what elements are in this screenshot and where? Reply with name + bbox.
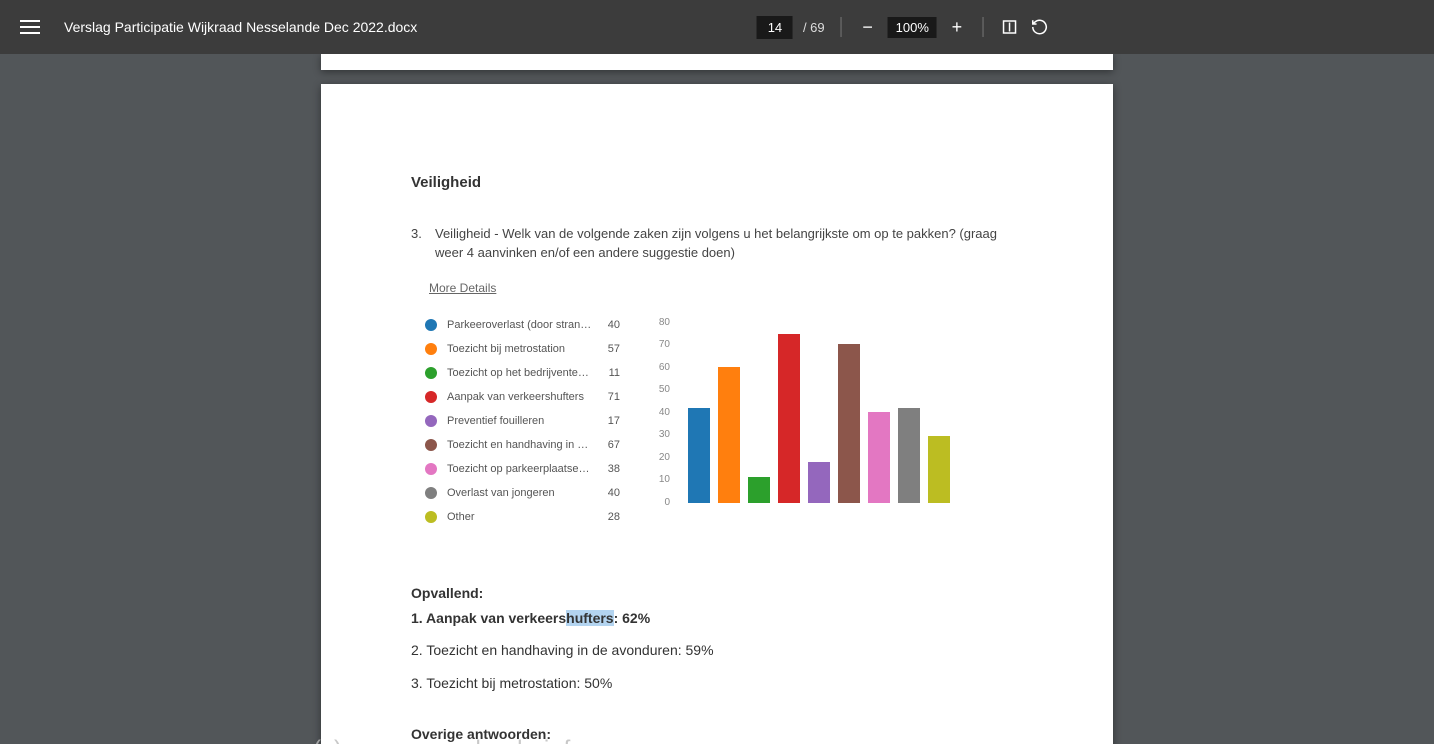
legend-label: Preventief fouilleren (447, 415, 592, 427)
y-axis: 80706050403020100 (650, 313, 676, 503)
legend-value: 28 (602, 511, 620, 523)
legend-value: 40 (602, 319, 620, 331)
legend-value: 67 (602, 439, 620, 451)
y-tick: 80 (650, 318, 676, 328)
legend-item: Aanpak van verkeershufters 71 (425, 385, 620, 409)
list-item: 1. Aanpak van verkeershufters: 62% (411, 605, 1023, 632)
chart-area: Parkeeroverlast (door strandbez... 40 Toez… (411, 313, 1023, 529)
bar (808, 462, 830, 502)
legend-swatch (425, 343, 437, 355)
page-total: / 69 (803, 20, 825, 35)
legend-swatch (425, 511, 437, 523)
zoom-in-button[interactable]: + (947, 17, 967, 37)
legend-label: Toezicht op het bedrijventerrein (447, 367, 592, 379)
bar (898, 408, 920, 503)
document-page: Veiligheid 3. Veiligheid - Welk van de v… (321, 84, 1113, 744)
list-item-text: 1. Aanpak van verkeers (411, 610, 566, 626)
divider (983, 17, 984, 37)
legend-label: Parkeeroverlast (door strandbez... (447, 319, 592, 331)
chart-legend: Parkeeroverlast (door strandbez... 40 Toez… (425, 313, 620, 529)
y-tick: 50 (650, 385, 676, 395)
legend-swatch (425, 391, 437, 403)
legend-value: 38 (602, 463, 620, 475)
y-tick: 40 (650, 408, 676, 418)
bar (868, 412, 890, 502)
menu-icon[interactable] (20, 20, 40, 34)
legend-swatch (425, 463, 437, 475)
legend-swatch (425, 367, 437, 379)
y-tick: 20 (650, 453, 676, 463)
section-heading: Veiligheid (411, 174, 1023, 191)
y-tick: 70 (650, 340, 676, 350)
y-tick: 0 (650, 498, 676, 508)
legend-value: 71 (602, 391, 620, 403)
legend-label: Aanpak van verkeershufters (447, 391, 592, 403)
legend-value: 11 (602, 367, 620, 379)
divider (841, 17, 842, 37)
list-item: 3. Toezicht bij metrostation: 50% (411, 670, 1023, 697)
legend-value: 17 (602, 415, 620, 427)
y-tick: 10 (650, 475, 676, 485)
zoom-level: 100% (888, 17, 937, 38)
bar (688, 408, 710, 503)
list-item-text: : 62% (614, 610, 651, 626)
legend-label: Other (447, 511, 592, 523)
legend-item: Overlast van jongeren 40 (425, 481, 620, 505)
document-title: Verslag Participatie Wijkraad Nesselande… (64, 19, 417, 35)
bar (778, 334, 800, 503)
overige-heading: Overige antwoorden: (411, 726, 1023, 742)
toolbar-controls: / 69 − 100% + (757, 16, 1050, 39)
bar (748, 477, 770, 503)
legend-value: 40 (602, 487, 620, 499)
legend-swatch (425, 415, 437, 427)
fit-page-icon[interactable] (1000, 17, 1020, 37)
page-number-input[interactable] (757, 16, 793, 39)
legend-item: Parkeeroverlast (door strandbez... 40 (425, 313, 620, 337)
rotate-icon[interactable] (1030, 17, 1050, 37)
legend-label: Toezicht bij metrostation (447, 343, 592, 355)
legend-item: Other 28 (425, 505, 620, 529)
zoom-out-button[interactable]: − (858, 17, 878, 37)
legend-item: Toezicht en handhaving in de av... 67 (425, 433, 620, 457)
question-number: 3. (411, 225, 425, 263)
legend-item: Toezicht bij metrostation 57 (425, 337, 620, 361)
legend-label: Toezicht op parkeerplaatsen in ... (447, 463, 592, 475)
list-item: 2. Toezicht en handhaving in de avondure… (411, 637, 1023, 664)
bar-chart: 80706050403020100 (650, 313, 960, 503)
summary-list: 1. Aanpak van verkeershufters: 62% 2. To… (411, 605, 1023, 697)
highlighted-text: hufters (566, 610, 613, 626)
legend-item: Toezicht op parkeerplaatsen in ... 38 (425, 457, 620, 481)
legend-swatch (425, 439, 437, 451)
opvallend-heading: Opvallend: (411, 585, 1023, 601)
legend-swatch (425, 487, 437, 499)
legend-label: Toezicht en handhaving in de av... (447, 439, 592, 451)
pdf-toolbar: Verslag Participatie Wijkraad Nesselande… (0, 0, 1434, 54)
bar (838, 344, 860, 503)
question-text: Veiligheid - Welk van de volgende zaken … (435, 225, 1023, 263)
bar (928, 436, 950, 503)
more-details-link[interactable]: More Details (429, 281, 496, 295)
legend-item: Preventief fouilleren 17 (425, 409, 620, 433)
previous-page-fragment (321, 54, 1113, 70)
chart-bars (678, 313, 960, 503)
bar (718, 367, 740, 502)
y-tick: 60 (650, 363, 676, 373)
legend-swatch (425, 319, 437, 331)
document-viewer[interactable]: Veiligheid 3. Veiligheid - Welk van de v… (0, 54, 1434, 744)
survey-question: 3. Veiligheid - Welk van de volgende zak… (411, 225, 1023, 263)
y-tick: 30 (650, 430, 676, 440)
legend-label: Overlast van jongeren (447, 487, 592, 499)
legend-item: Toezicht op het bedrijventerrein 11 (425, 361, 620, 385)
legend-value: 57 (602, 343, 620, 355)
